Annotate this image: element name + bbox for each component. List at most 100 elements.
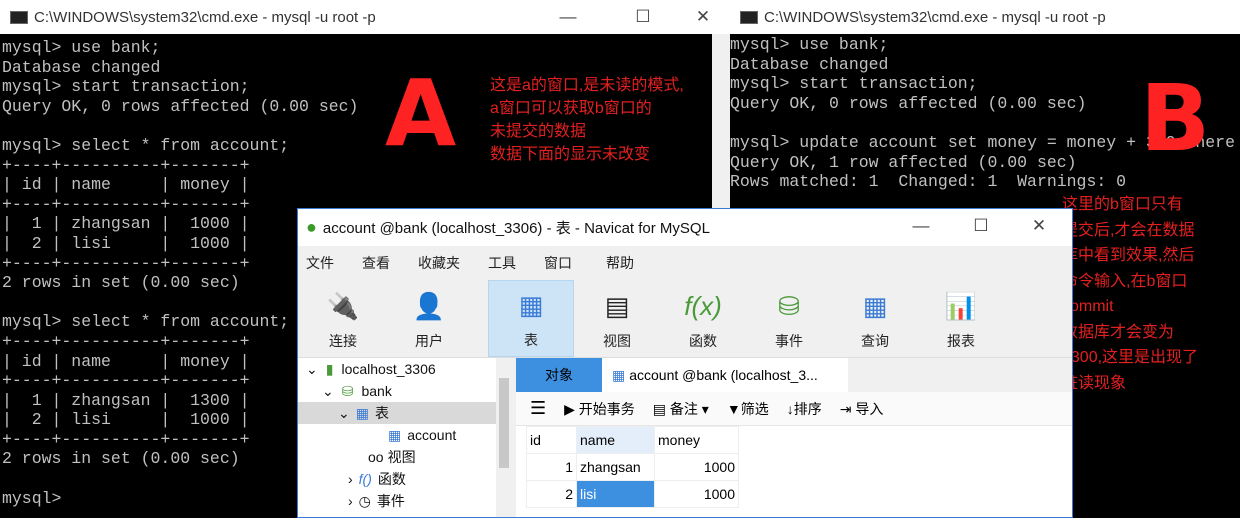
column-money[interactable]: money [654,426,739,454]
terminal-line: | id | name | money | [2,175,250,195]
navicat-logo-icon: ● [306,217,317,237]
toolbar-label: 查询 [861,333,889,349]
tree-scrollbar[interactable] [496,358,512,517]
sort-button[interactable]: ↓排序 [787,399,822,419]
tree-events[interactable]: › ◷ 事件 [298,490,496,512]
tab-objects[interactable]: 对象 [516,358,602,392]
cell-money[interactable]: 1000 [654,453,739,481]
terminal-line: Query OK, 0 rows affected (0.00 sec) [2,96,359,116]
column-name[interactable]: name [576,426,655,454]
table-row[interactable]: 2 lisi 1000 [526,480,739,508]
annotation-a: 这是a的窗口,是未读的模式, a窗口可以获取b窗口的 未提交的数据 数据下面的显… [490,77,684,163]
report-icon: 📊 [944,290,978,321]
object-tree: ⌄ ▮ localhost_3306 ⌄ ⛁ bank ⌄ ▦ 表 ▦ account … [298,358,496,517]
terminal-line: mysql> start transaction; [2,77,250,97]
grid-header: id name money [526,426,739,454]
toolbar-query[interactable]: ▦ 查询 [846,280,904,357]
menu-window[interactable]: 窗口 [544,253,580,273]
navicat-titlebar: ● account @bank (localhost_3306) - 表 - N… [298,209,1072,246]
comment-button[interactable]: ▤ 备注 ▾ [653,399,709,419]
tree-functions[interactable]: › f() 函数 [298,468,496,490]
minimize-button[interactable]: — [545,0,591,34]
tree-views[interactable]: oo 视图 [298,446,496,468]
toolbar-label: 视图 [603,333,631,349]
navicat-window: ● account @bank (localhost_3306) - 表 - N… [297,208,1073,518]
user-icon: 👤 [412,290,446,321]
view-icon: ▤ [604,290,630,321]
tree-label: 表 [374,405,389,421]
maximize-button[interactable]: ☐ [620,0,666,34]
terminal-line: +----+----------+-------+ [2,155,250,175]
toolbar-event[interactable]: ⛁ 事件 [760,280,818,357]
terminal-line: Database changed [2,57,161,77]
filter-button[interactable]: ▼筛选 [727,399,769,419]
cmd-icon [740,10,758,24]
table-icon: ▦ [518,289,544,320]
toolbar-label: 事件 [775,333,803,349]
query-icon: ▦ [862,290,888,321]
toolbar-table[interactable]: ▦ 表 [488,280,574,357]
event-icon: ⛁ [778,290,800,321]
menu-icon[interactable]: ☰ [530,398,546,419]
maximize-button[interactable]: ☐ [958,209,1004,243]
toolbar-report[interactable]: 📊 报表 [932,280,990,357]
function-icon: f(x) [684,290,722,321]
annotation-b: 这里的b窗口只有 提交后,才会在数据 库中看到效果,然后 命令输入,在b窗口 c… [1062,196,1199,392]
minimize-button[interactable]: — [898,209,944,243]
tree-label: 函数 [377,471,406,487]
table-row[interactable]: 1 zhangsan 1000 [526,453,739,481]
menu-view[interactable]: 查看 [362,253,398,273]
table-toolbar: ☰ ▶ 开始事务 ▤ 备注 ▾ ▼筛选 ↓排序 ⇥ 导入 [516,392,1072,426]
tree-database[interactable]: ⌄ ⛁ bank [298,380,496,402]
cell-name[interactable]: lisi [576,480,655,508]
tree-tables[interactable]: ⌄ ▦ 表 [298,402,496,424]
tree-label: bank [361,383,392,399]
button-label: 筛选 [740,400,769,417]
tree-connection[interactable]: ⌄ ▮ localhost_3306 [298,358,496,380]
menu-help[interactable]: 帮助 [606,253,642,273]
toolbar-label: 报表 [947,333,975,349]
toolbar-connect[interactable]: 🔌 连接 [314,280,372,357]
terminal-line: Rows matched: 1 Changed: 1 Warnings: 0 [730,172,1127,192]
import-button[interactable]: ⇥ 导入 [840,399,884,419]
terminal-line: mysql> use bank; [2,38,161,57]
terminal-line: mysql> use bank; [730,35,889,54]
button-label: 开始事务 [578,400,635,417]
cell-id[interactable]: 2 [526,480,577,508]
toolbar-label: 表 [524,332,538,348]
close-button[interactable]: ✕ [680,0,726,34]
terminal-b-title: C:\WINDOWS\system32\cmd.exe - mysql -u r… [764,8,1106,26]
main-toolbar: 🔌 连接 👤 用户 ▦ 表 ▤ 视图 f(x) 函数 ⛁ 事件 ▦ 查询 📊 报表 [298,280,1072,358]
close-button[interactable]: ✕ [1016,209,1062,243]
tree-label: 视图 [387,449,416,465]
toolbar-view[interactable]: ▤ 视图 [588,280,646,357]
menu-bar: 文件 查看 收藏夹 工具 窗口 帮助 [298,246,1072,280]
tab-bar: 对象 ▦ account @bank (localhost_3... [516,358,1072,392]
terminal-a-titlebar: C:\WINDOWS\system32\cmd.exe - mysql -u r… [0,0,730,34]
content-pane: 对象 ▦ account @bank (localhost_3... ☰ ▶ 开始… [516,358,1072,517]
tree-label: localhost_3306 [341,361,436,377]
toolbar-user[interactable]: 👤 用户 [400,280,458,357]
data-grid: id name money 1 zhangsan 1000 2 lisi 1000 [526,426,739,508]
cell-name[interactable]: zhangsan [576,453,655,481]
button-label: 导入 [855,400,884,417]
label-b: B [1140,65,1211,172]
cell-id[interactable]: 1 [526,453,577,481]
tab-account-table[interactable]: ▦ account @bank (localhost_3... [602,358,848,392]
tree-label: 事件 [376,493,405,509]
menu-tools[interactable]: 工具 [488,253,524,273]
toolbar-label: 函数 [689,333,717,349]
tree-table-account[interactable]: ▦ account [298,424,496,446]
navicat-title: account @bank (localhost_3306) - 表 - Nav… [322,220,710,237]
button-label: 排序 [793,400,822,417]
tab-label: account @bank (localhost_3... [629,367,818,383]
column-id[interactable]: id [526,426,577,454]
label-a: A [385,60,457,167]
toolbar-label: 用户 [415,333,443,349]
cmd-icon [10,10,28,24]
toolbar-function[interactable]: f(x) 函数 [674,280,732,357]
begin-transaction-button[interactable]: ▶ 开始事务 [564,399,635,419]
menu-favorites[interactable]: 收藏夹 [418,253,468,273]
cell-money[interactable]: 1000 [654,480,739,508]
menu-file[interactable]: 文件 [306,253,342,273]
